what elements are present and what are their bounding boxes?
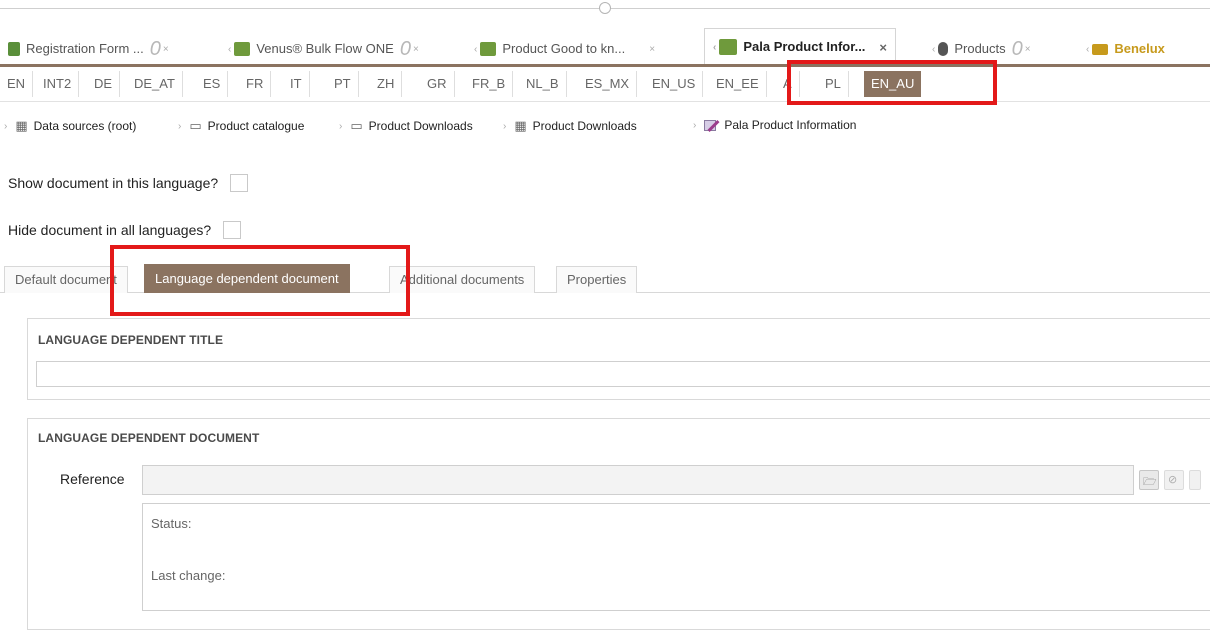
- lang-tab-en-ee[interactable]: EN_EE: [709, 71, 767, 97]
- show-in-language-checkbox[interactable]: [230, 174, 249, 192]
- table-icon: ▦: [514, 118, 527, 133]
- doc-tab-registration-form[interactable]: Registration Form ... 0 ×: [8, 35, 169, 63]
- chevron-right-icon: ›: [339, 120, 343, 132]
- last-change-label: Last change:: [151, 568, 226, 583]
- language-dependent-document-panel: LANGUAGE DEPENDENT DOCUMENT Reference 🗁 …: [27, 418, 1210, 630]
- open-folder-icon: 🗁: [1143, 476, 1157, 488]
- chevron-right-icon: ›: [178, 120, 182, 132]
- paperclip-icon: 0: [149, 37, 161, 60]
- hide-all-languages-label: Hide document in all languages?: [8, 222, 212, 238]
- language-bar: EN INT2 DE DE_AT ES FR IT PT ZH GR FR_B …: [0, 67, 1210, 102]
- close-icon[interactable]: ×: [163, 44, 169, 55]
- chevron-left-icon: ‹: [932, 43, 936, 55]
- doc-tab-benelux[interactable]: ‹ Benelux: [1086, 35, 1165, 63]
- chevron-left-icon: ‹: [713, 41, 717, 53]
- tab-language-dependent-document[interactable]: Language dependent document: [144, 264, 350, 293]
- close-icon[interactable]: ×: [413, 44, 419, 55]
- clear-reference-button[interactable]: ⊘: [1164, 470, 1184, 490]
- show-in-language-label: Show document in this language?: [8, 175, 219, 191]
- chevron-right-icon: ›: [503, 120, 507, 132]
- lang-tab-pt[interactable]: PT: [327, 71, 359, 97]
- lang-tab-en-au[interactable]: EN_AU: [864, 71, 922, 97]
- doc-tab-pala-product-information[interactable]: ‹ Pala Product Infor... ×: [704, 28, 897, 65]
- browse-folder-button[interactable]: 🗁: [1139, 470, 1159, 490]
- breadcrumb-product-downloads-folder[interactable]: › ▭ Product Downloads: [339, 118, 473, 134]
- table-icon: [234, 42, 251, 56]
- document-table-icon: [719, 39, 738, 55]
- lang-tab-pl[interactable]: PL: [818, 71, 849, 97]
- hide-all-languages-checkbox[interactable]: [223, 221, 242, 239]
- database-icon: [938, 42, 949, 56]
- document-tab-bar: Registration Form ... 0 × ‹ Venus® Bulk …: [0, 25, 1210, 65]
- lang-tab-fr-b[interactable]: FR_B: [465, 71, 514, 97]
- folder-icon: ▭: [350, 118, 363, 133]
- paperclip-icon: 0: [399, 37, 411, 60]
- lang-tab-en[interactable]: EN: [0, 71, 34, 97]
- lang-tab-a[interactable]: A: [776, 71, 800, 97]
- lang-tab-zh[interactable]: ZH: [370, 71, 403, 97]
- panel-heading: LANGUAGE DEPENDENT DOCUMENT: [38, 431, 260, 445]
- status-label: Status:: [151, 516, 192, 531]
- lang-tab-nl-b[interactable]: NL_B: [519, 71, 567, 97]
- close-icon[interactable]: ×: [649, 44, 655, 55]
- chevron-right-icon: ›: [693, 119, 697, 131]
- tab-default-document[interactable]: Default document: [4, 266, 128, 293]
- chevron-left-icon: ‹: [228, 43, 232, 55]
- chevron-left-icon: ‹: [474, 43, 478, 55]
- reference-label: Reference: [60, 471, 125, 487]
- paperclip-icon: 0: [1011, 37, 1023, 60]
- document-status-box: Status: Last change:: [142, 503, 1210, 611]
- reference-input[interactable]: [142, 465, 1134, 495]
- tab-additional-documents[interactable]: Additional documents: [389, 266, 536, 293]
- lang-tab-es-mx[interactable]: ES_MX: [578, 71, 638, 97]
- breadcrumb: › ▦ Data sources (root) › ▭ Product cata…: [0, 112, 1210, 140]
- folder-icon: [1092, 43, 1109, 55]
- lang-tab-int2[interactable]: INT2: [36, 71, 80, 97]
- edit-document-icon: [704, 118, 720, 132]
- doc-tab-venus-bulk-flow[interactable]: ‹ Venus® Bulk Flow ONE 0 ×: [228, 35, 419, 63]
- more-button[interactable]: [1189, 470, 1201, 490]
- doc-tab-products[interactable]: ‹ Products 0 ×: [932, 35, 1031, 63]
- show-in-language-row: Show document in this language?: [8, 172, 249, 194]
- title-input[interactable]: [36, 361, 1210, 387]
- doc-tab-product-good-to-know[interactable]: ‹ Product Good to kn... ×: [474, 35, 655, 63]
- language-dependent-title-panel: LANGUAGE DEPENDENT TITLE: [27, 318, 1210, 400]
- lang-tab-it[interactable]: IT: [283, 71, 310, 97]
- table-icon: [480, 42, 497, 56]
- breadcrumb-data-sources-root[interactable]: › ▦ Data sources (root): [4, 118, 136, 134]
- remove-icon: ⊘: [1168, 474, 1178, 486]
- hide-all-languages-row: Hide document in all languages?: [8, 219, 242, 241]
- lang-tab-gr[interactable]: GR: [420, 71, 455, 97]
- table-icon: ▦: [15, 118, 28, 133]
- breadcrumb-product-catalogue[interactable]: › ▭ Product catalogue: [178, 118, 304, 134]
- breadcrumb-pala-product-information[interactable]: › Pala Product Information: [693, 118, 856, 132]
- lang-tab-en-us[interactable]: EN_US: [645, 71, 704, 97]
- folder-icon: ▭: [189, 118, 202, 133]
- chevron-left-icon: ‹: [1086, 43, 1090, 55]
- chevron-right-icon: ›: [4, 120, 8, 132]
- lang-tab-fr[interactable]: FR: [239, 71, 272, 97]
- lang-tab-de[interactable]: DE: [87, 71, 121, 97]
- close-icon[interactable]: ×: [879, 40, 887, 55]
- lang-tab-de-at[interactable]: DE_AT: [127, 71, 183, 97]
- content-tab-bar: Default document Language dependent docu…: [0, 262, 1210, 293]
- form-icon: [8, 42, 20, 56]
- breadcrumb-product-downloads-table[interactable]: › ▦ Product Downloads: [503, 118, 637, 134]
- lang-tab-es[interactable]: ES: [196, 71, 229, 97]
- panel-heading: LANGUAGE DEPENDENT TITLE: [38, 333, 224, 347]
- close-icon[interactable]: ×: [1025, 44, 1031, 55]
- tab-properties[interactable]: Properties: [556, 266, 638, 293]
- resize-handle-icon[interactable]: [599, 2, 611, 14]
